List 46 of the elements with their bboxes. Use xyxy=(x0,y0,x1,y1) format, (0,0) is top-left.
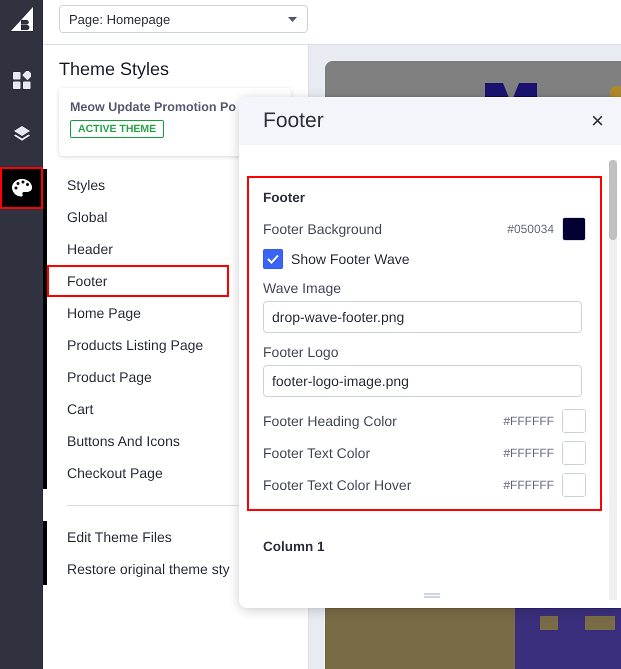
nav-item[interactable]: Cart xyxy=(47,393,229,425)
section-title: Column 1 xyxy=(263,539,326,554)
resize-handle-icon[interactable] xyxy=(424,593,440,598)
input-field[interactable]: footer-logo-image.png xyxy=(263,365,582,397)
field-label: Wave Image xyxy=(263,279,342,298)
input-field[interactable]: drop-wave-footer.png xyxy=(263,301,582,333)
panel-link[interactable]: Restore original theme sty xyxy=(47,553,229,585)
nav-item[interactable]: Header xyxy=(47,233,229,265)
nav-item[interactable]: Product Page xyxy=(47,361,229,393)
hex-value: #FFFFFF xyxy=(503,478,554,492)
section-title: Footer xyxy=(263,190,306,205)
color-swatch[interactable] xyxy=(562,441,586,465)
nav-item[interactable]: Buttons And Icons xyxy=(47,425,229,457)
color-swatch[interactable] xyxy=(562,409,586,433)
nav-item[interactable]: Products Listing Page xyxy=(47,329,229,361)
field-label: Footer Background xyxy=(263,221,382,237)
checkbox[interactable] xyxy=(263,249,283,269)
nav-item[interactable]: Home Page xyxy=(47,297,229,329)
nav-item[interactable]: Footer xyxy=(47,265,229,297)
hex-value: #FFFFFF xyxy=(503,446,554,460)
hex-value: #FFFFFF xyxy=(503,414,554,428)
caret-icon xyxy=(288,16,297,22)
layers-icon[interactable] xyxy=(12,125,30,143)
palette-icon[interactable] xyxy=(12,179,32,197)
field-label: Footer Text Color xyxy=(263,445,370,461)
modal-title: Footer xyxy=(263,109,324,133)
nav-item[interactable]: Checkout Page xyxy=(47,457,229,489)
close-button[interactable]: × xyxy=(591,110,604,132)
field-label: Footer Heading Color xyxy=(263,413,397,429)
field-label: Footer Text Color Hover xyxy=(263,477,412,493)
theme-name: Meow Update Promotion Po xyxy=(70,100,237,114)
nav-item[interactable]: Styles xyxy=(47,169,229,201)
panel-link[interactable]: Edit Theme Files xyxy=(47,521,229,553)
checkbox-label: Show Footer Wave xyxy=(291,251,410,267)
active-theme-badge: ACTIVE THEME xyxy=(70,120,164,138)
logo-icon[interactable] xyxy=(10,7,32,31)
page-dropdown[interactable]: Page: Homepage xyxy=(59,5,308,33)
field-label: Footer Logo xyxy=(263,343,340,362)
color-swatch[interactable] xyxy=(562,473,586,497)
nav-item[interactable]: Global xyxy=(47,201,229,233)
dashboard-icon[interactable] xyxy=(12,71,30,89)
scrollbar[interactable] xyxy=(609,160,617,600)
checkmark-icon xyxy=(267,254,279,264)
hex-value: #050034 xyxy=(507,222,554,236)
color-swatch[interactable] xyxy=(562,217,586,241)
panel-title: Theme Styles xyxy=(59,59,170,80)
